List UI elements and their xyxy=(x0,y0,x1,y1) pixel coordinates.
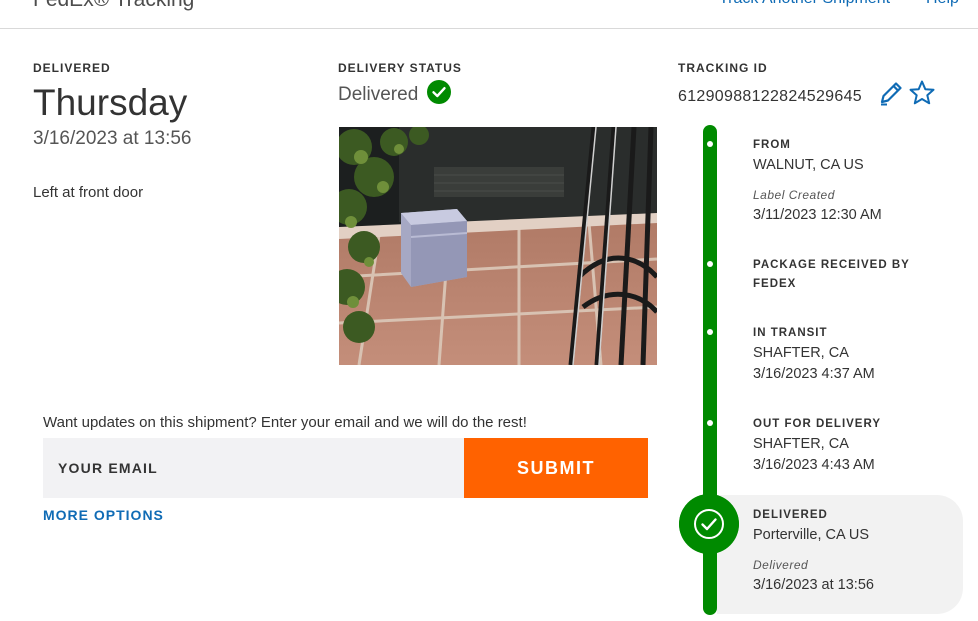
timeline-from-location: WALNUT, CA US xyxy=(753,157,864,173)
timeline-delivered-title: DELIVERED xyxy=(753,509,828,521)
email-input-label[interactable]: YOUR EMAIL xyxy=(58,460,158,476)
timeline-from-sub: Label Created xyxy=(753,188,835,202)
header-divider xyxy=(0,28,978,29)
delivery-datetime: 3/16/2023 at 13:56 xyxy=(33,128,192,149)
updates-prompt: Want updates on this shipment? Enter you… xyxy=(43,414,527,431)
timeline-delivered-location: Porterville, CA US xyxy=(753,527,870,543)
timeline-dot xyxy=(707,329,713,335)
tracking-id-label: TRACKING ID xyxy=(678,61,768,75)
timeline-received-title-2: FEDEX xyxy=(753,278,797,290)
pencil-icon[interactable] xyxy=(877,79,905,107)
delivery-note: Left at front door xyxy=(33,184,144,201)
timeline-from-title: FROM xyxy=(753,139,791,151)
delivered-label: DELIVERED xyxy=(33,61,111,75)
timeline-transit-title: IN TRANSIT xyxy=(753,327,828,339)
check-circle-large-icon xyxy=(679,494,739,554)
timeline-transit-location: SHAFTER, CA xyxy=(753,345,849,361)
delivery-status-value: Delivered xyxy=(338,84,419,105)
timeline-delivered-time: 3/16/2023 at 13:56 xyxy=(753,577,874,593)
timeline-delivered-sub: Delivered xyxy=(753,558,809,572)
timeline-dot xyxy=(707,141,713,147)
submit-button[interactable]: SUBMIT xyxy=(464,438,648,498)
check-circle-icon xyxy=(427,80,451,104)
timeline-transit-time: 3/16/2023 4:37 AM xyxy=(753,366,875,382)
timeline-out-title: OUT FOR DELIVERY xyxy=(753,418,882,430)
timeline-dot xyxy=(707,420,713,426)
timeline-out-location: SHAFTER, CA xyxy=(753,436,849,452)
more-options-link[interactable]: MORE OPTIONS xyxy=(43,507,164,523)
track-another-link[interactable]: Track Another Shipment xyxy=(719,0,890,8)
tracking-number: 612909881228245296​45 xyxy=(678,88,862,105)
star-icon[interactable] xyxy=(908,79,936,107)
timeline-received-title-1: PACKAGE RECEIVED BY xyxy=(753,259,910,271)
delivery-status-label: DELIVERY STATUS xyxy=(338,61,462,75)
timeline-dot xyxy=(707,261,713,267)
delivery-photo xyxy=(339,127,657,365)
timeline-out-time: 3/16/2023 4:43 AM xyxy=(753,457,875,473)
timeline-from-time: 3/11/2023 12:30 AM xyxy=(753,207,882,223)
delivery-day: Thursday xyxy=(33,82,188,123)
page-brand-title: FedEx® Tracking xyxy=(33,0,194,12)
help-link[interactable]: Help xyxy=(926,0,959,8)
